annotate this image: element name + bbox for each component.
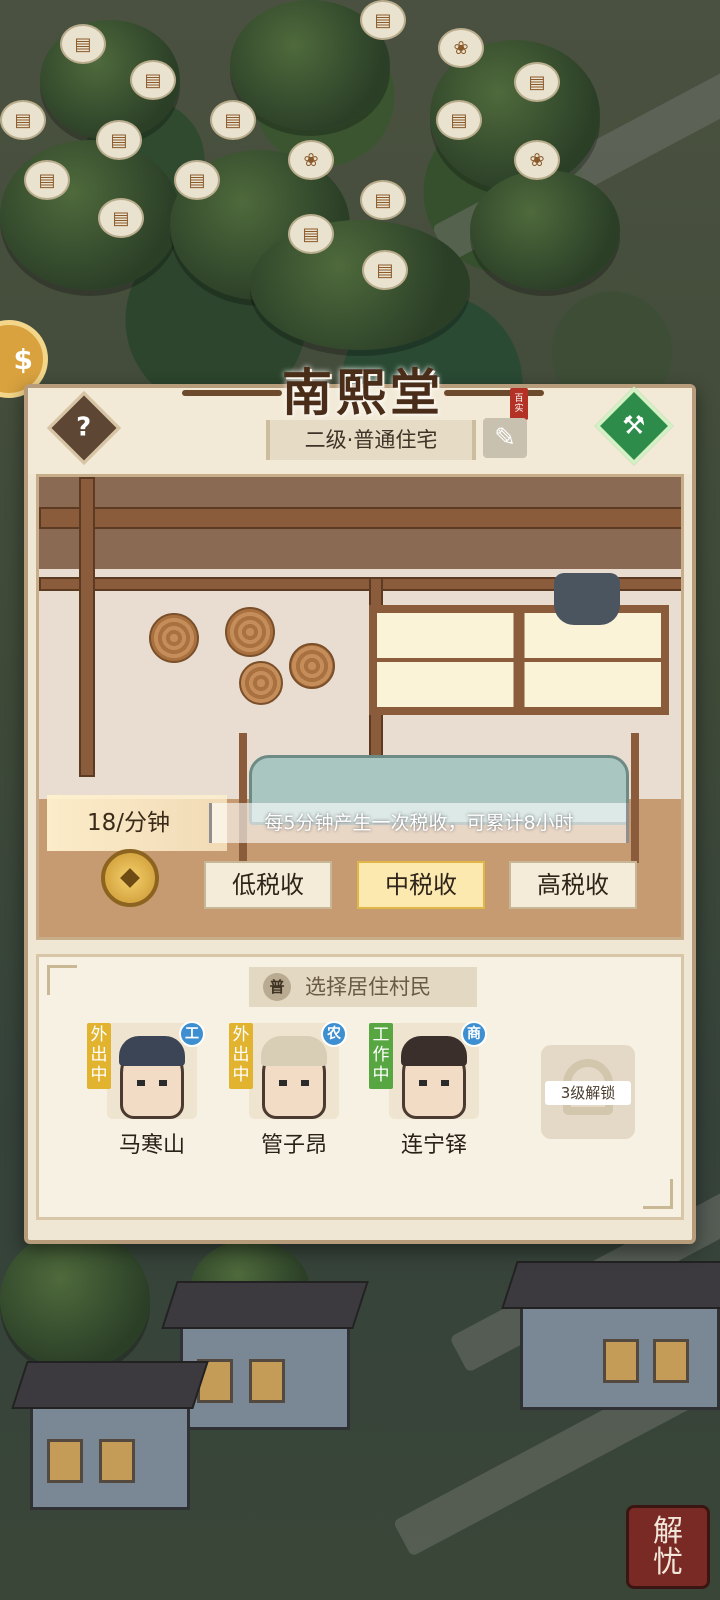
resident-card[interactable]: 外出中 工 马寒山 [87, 1021, 205, 1165]
resident-section-title: 普 选择居住村民 [249, 967, 477, 1007]
job-badge: 工 [179, 1021, 205, 1047]
locked-resident-slot[interactable]: 3级解锁 [541, 1045, 635, 1139]
brush-icon[interactable]: ✎ [483, 418, 527, 458]
unlock-requirement: 3级解锁 [545, 1081, 631, 1105]
building-detail-panel: 南熙堂 百实 ? 二级·普通住宅 ✎ ⚒ 18/分钟 每5分钟产生一次税收，可累… [24, 363, 696, 1244]
resident-card[interactable]: 工作中 商 连宁铎 [369, 1021, 487, 1165]
job-badge: 农 [321, 1021, 347, 1047]
title-banner: 南熙堂 [182, 354, 544, 424]
scene-window [369, 605, 669, 715]
low-tax-button[interactable]: 低税收 [204, 861, 332, 909]
tax-description: 每5分钟产生一次税收，可累计8小时 [209, 803, 629, 843]
building-level-type: 二级·普通住宅 [266, 420, 476, 460]
resident-status-tag: 外出中 [229, 1023, 253, 1089]
hanging-pot [554, 573, 620, 625]
job-badge: 商 [461, 1021, 487, 1047]
resident-status-tag: 工作中 [369, 1023, 393, 1089]
relief-button-label-1: 解 [653, 1513, 683, 1549]
high-tax-button[interactable]: 高税收 [509, 861, 637, 909]
resident-name: 管子昂 [260, 1133, 327, 1158]
relief-button[interactable]: 解 忧 [626, 1505, 710, 1589]
resident-name: 连宁铎 [400, 1133, 467, 1158]
interior-scene: 18/分钟 每5分钟产生一次税收，可累计8小时 低税收 中税收 高税收 [36, 474, 684, 940]
resident-name: 马寒山 [118, 1133, 185, 1158]
common-badge: 普 [263, 973, 291, 1001]
building-name: 南熙堂 [282, 363, 444, 422]
resident-section-title-text: 选择居住村民 [305, 975, 431, 999]
relief-button-label-2: 忧 [653, 1545, 683, 1580]
resident-card[interactable]: 外出中 农 管子昂 [229, 1021, 347, 1165]
seal-stamp-icon: 百实 [510, 388, 528, 420]
resident-status-tag: 外出中 [87, 1023, 111, 1089]
medium-tax-button[interactable]: 中税收 [357, 861, 485, 909]
tax-rate: 18/分钟 [47, 795, 227, 851]
resident-section: 普 选择居住村民 外出中 工 马寒山 外出中 农 管子昂 工作中 商 连宁铎 3… [36, 954, 684, 1220]
copper-coin-icon [101, 849, 159, 907]
